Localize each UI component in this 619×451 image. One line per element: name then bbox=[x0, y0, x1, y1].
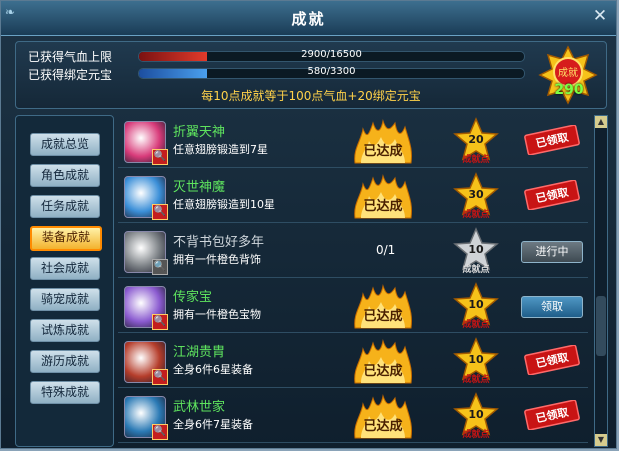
achievement-progress: 0/1 bbox=[376, 243, 396, 257]
achievement-name: 江湖贵胄 bbox=[173, 345, 226, 360]
stats-panel: 已获得气血上限 2900/16500 已获得绑定元宝 580/3300 每10点… bbox=[15, 41, 607, 109]
achievement-window: ❧ 成就 ✕ 已获得气血上限 2900/16500 已获得绑定元宝 580/33… bbox=[0, 0, 617, 449]
completed-flame-icon: 已达成 bbox=[354, 394, 412, 439]
achievement-desc: 任意翅膀锻造到7星 bbox=[173, 143, 268, 156]
claimed-stamp-icon: 已领取 bbox=[524, 125, 580, 155]
points-label: 成就点 bbox=[462, 263, 489, 275]
achievement-row: 🔍 武林世家全身6件7星装备 已达成 10 成就点 已领取 bbox=[118, 390, 588, 443]
medal-points: 290 bbox=[554, 82, 584, 98]
scroll-up-icon[interactable]: ▲ bbox=[595, 116, 607, 128]
achievement-name: 传家宝 bbox=[173, 290, 213, 305]
points-label: 成就点 bbox=[462, 153, 489, 165]
inspect-icon[interactable]: 🔍 bbox=[152, 259, 168, 275]
scroll-thumb[interactable] bbox=[596, 296, 606, 356]
completed-label: 已达成 bbox=[363, 418, 402, 434]
inspect-icon[interactable]: 🔍 bbox=[152, 314, 168, 330]
points-star-icon: 10 成就点 bbox=[453, 227, 499, 275]
sidebar-item[interactable]: 社会成就 bbox=[30, 257, 100, 280]
completed-flame-icon: 已达成 bbox=[354, 339, 412, 384]
achievement-points: 10 bbox=[468, 243, 484, 256]
points-star-icon: 10 成就点 bbox=[453, 392, 499, 440]
achievement-row: 🔍 折翼天神任意翅膀锻造到7星 已达成 20 成就点 已领取 bbox=[118, 115, 588, 168]
points-star-icon: 10 成就点 bbox=[453, 337, 499, 385]
completed-label: 已达成 bbox=[363, 198, 402, 214]
achievement-desc: 全身6件7星装备 bbox=[173, 418, 253, 431]
claimed-stamp-icon: 已领取 bbox=[524, 345, 580, 375]
achievement-desc: 拥有一件橙色宝物 bbox=[173, 308, 261, 321]
achievement-row: 🔍 不背书包好多年 拥有一件橙色背饰 0/1 10 成就点 进行中 bbox=[118, 225, 588, 278]
sidebar-item[interactable]: 任务成就 bbox=[30, 195, 100, 218]
achievement-points: 10 bbox=[468, 298, 484, 311]
points-star-icon: 30 成就点 bbox=[453, 172, 499, 220]
conversion-note: 每10点成就等于100点气血+20绑定元宝 bbox=[201, 89, 421, 103]
sidebar-item[interactable]: 试炼成就 bbox=[30, 319, 100, 342]
achievement-points: 20 bbox=[468, 133, 484, 146]
achievement-row: 🔍 江湖贵胄全身6件6星装备 已达成 10 成就点 已领取 bbox=[118, 335, 588, 388]
achievement-desc: 任意翅膀锻造到10星 bbox=[173, 198, 275, 211]
achievement-list: 🔍 折翼天神 任意翅膀锻造到7星 已达成 20 成就点 已领取 🔍 灭世神魔 任意翅膀锻造到10星… bbox=[118, 115, 588, 445]
yb-label: 已获得绑定元宝 bbox=[28, 68, 113, 82]
sidebar-item[interactable]: 成就总览 bbox=[30, 133, 100, 156]
sidebar-item[interactable]: 游历成就 bbox=[30, 350, 100, 373]
close-icon[interactable]: ✕ bbox=[590, 6, 610, 26]
claimed-stamp-icon: 已领取 bbox=[524, 180, 580, 210]
achievement-name: 灭世神魔 bbox=[173, 180, 226, 195]
in-progress-button[interactable]: 进行中 bbox=[521, 241, 583, 263]
completed-flame-icon: 已达成 bbox=[354, 284, 412, 329]
inspect-icon[interactable]: 🔍 bbox=[152, 204, 168, 220]
achievement-desc: 全身6件6星装备 bbox=[173, 363, 253, 376]
achievement-desc: 拥有一件橙色背饰 bbox=[173, 253, 261, 266]
completed-label: 已达成 bbox=[363, 308, 402, 324]
inspect-icon[interactable]: 🔍 bbox=[152, 424, 168, 440]
achievement-row: 🔍 灭世神魔任意翅膀锻造到10星 已达成 30 成就点 已领取 bbox=[118, 170, 588, 223]
sidebar-item[interactable]: 特殊成就 bbox=[30, 381, 100, 404]
completed-label: 已达成 bbox=[363, 363, 402, 379]
points-label: 成就点 bbox=[462, 373, 489, 385]
hp-label: 已获得气血上限 bbox=[28, 50, 113, 64]
completed-flame-icon: 已达成 bbox=[354, 174, 412, 219]
inspect-icon[interactable]: 🔍 bbox=[152, 149, 168, 165]
achievement-row: 🔍 传家宝拥有一件橙色宝物 已达成 10 成就点 领取 bbox=[118, 280, 588, 333]
completed-label: 已达成 bbox=[363, 143, 402, 159]
claim-button[interactable]: 领取 bbox=[521, 296, 583, 318]
title-bar[interactable]: ❧ 成就 ✕ bbox=[1, 1, 616, 36]
medal-label: 成就 bbox=[558, 66, 578, 79]
points-label: 成就点 bbox=[462, 428, 489, 440]
achievement-name: 武林世家 bbox=[173, 400, 226, 415]
achievement-name: 不背书包好多年 bbox=[173, 235, 265, 250]
points-label: 成就点 bbox=[462, 318, 489, 330]
achievement-points: 10 bbox=[468, 353, 484, 366]
sidebar-item[interactable]: 角色成就 bbox=[30, 164, 100, 187]
hp-value: 2900/16500 bbox=[301, 49, 362, 60]
scroll-down-icon[interactable]: ▼ bbox=[595, 434, 607, 446]
window-title: 成就 bbox=[291, 10, 326, 28]
points-star-icon: 20 成就点 bbox=[453, 117, 499, 165]
sidebar-item[interactable]: 装备成就 bbox=[30, 226, 102, 251]
achievement-points: 30 bbox=[468, 188, 484, 201]
points-label: 成就点 bbox=[462, 208, 489, 220]
achievement-name: 折翼天神 bbox=[173, 125, 226, 140]
scrollbar[interactable]: ▲ ▼ bbox=[594, 115, 608, 447]
category-sidebar: 成就总览角色成就任务成就装备成就社会成就骑宠成就试炼成就游历成就特殊成就 bbox=[15, 115, 114, 447]
completed-flame-icon: 已达成 bbox=[354, 119, 412, 164]
sidebar-item[interactable]: 骑宠成就 bbox=[30, 288, 100, 311]
achievement-points: 10 bbox=[468, 408, 484, 421]
inspect-icon[interactable]: 🔍 bbox=[152, 369, 168, 385]
yb-value: 580/3300 bbox=[307, 66, 356, 77]
claimed-stamp-icon: 已领取 bbox=[524, 400, 580, 430]
points-star-icon: 10 成就点 bbox=[453, 282, 499, 330]
